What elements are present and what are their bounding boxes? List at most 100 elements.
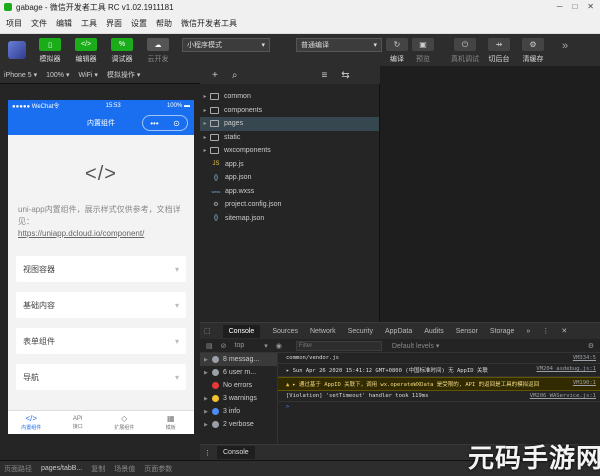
file-tree-toolbar: + ⌕ ≡ ⇆ [200,66,380,84]
log-source-link[interactable]: VM204 asdebug.js:1 [536,366,596,374]
network-select[interactable]: WiFi ▾ [78,71,97,79]
simulate-ops-select[interactable]: 模拟操作 ▾ [107,70,140,80]
console-filter-input[interactable]: Filter [295,340,382,351]
sidebar-warnings[interactable]: ▶ 3 warnings [200,392,277,405]
search-icon[interactable]: ⌕ [232,70,238,81]
console-log-row: common/vendor.js VM334:5 [278,353,600,364]
tab-security[interactable]: Security [348,328,373,335]
tab-sources[interactable]: Sources [272,328,298,335]
log-source-link[interactable]: VM190:1 [573,380,596,388]
copy-path-button[interactable]: 复制 [91,464,105,474]
tree-item-project-config[interactable]: ⚙ project.config.json [200,198,379,212]
tree-item-components[interactable]: ▸ components [200,104,379,118]
tree-item-app-wxss[interactable]: wxss app.wxss [200,185,379,199]
warning-icon [212,395,219,402]
tab-api[interactable]: API 接口 [55,411,102,434]
tree-item-app-js[interactable]: JS app.js [200,158,379,172]
menu-edit[interactable]: 编辑 [56,18,72,29]
preview-button[interactable]: ▣ 预览 [410,38,436,64]
sidebar-messages[interactable]: ▶ 8 messag... [200,353,277,366]
tree-item-common[interactable]: ▸ common [200,90,379,104]
preview-icon: ▣ [412,38,434,51]
tab-console[interactable]: Console [222,324,261,338]
settings-gear-icon[interactable]: ⚙ [588,342,594,350]
real-device-debug-button[interactable]: ⏻ 真机调试 [448,38,482,64]
close-button[interactable]: ✕ [587,2,594,11]
user-icon [212,369,219,376]
chevron-right-icon: ▸ [203,148,207,155]
tree-menu-icon[interactable]: ≡ [321,70,327,81]
menu-file[interactable]: 文件 [31,18,47,29]
code-editor[interactable] [380,66,600,322]
log-source-link[interactable]: VM206 WAService.js:1 [530,393,596,399]
capsule-close-icon[interactable]: ⊙ [173,119,180,128]
category-view-container[interactable]: 视图容器 ▾ [16,256,186,282]
drawer-tab-console[interactable]: Console [217,446,255,459]
zoom-select[interactable]: 100% ▾ [46,71,69,79]
sidebar-toggle-icon[interactable]: ▤ [206,342,213,350]
switch-background-button[interactable]: ⇸ 切后台 [484,38,514,64]
tab-storage[interactable]: Storage [490,328,515,335]
user-avatar[interactable] [8,41,26,59]
tab-appdata[interactable]: AppData [385,328,412,335]
context-select[interactable]: top [235,342,245,349]
scene-value-button[interactable]: 场景值 [114,464,135,474]
category-navigation[interactable]: 导航 ▾ [16,364,186,390]
compile-button[interactable]: ↻ 编译 [384,38,410,64]
tab-more-icon[interactable]: » [526,328,530,335]
compile-mode-select[interactable]: 普通编译 ▾ [296,38,382,52]
tree-item-wxcomponents[interactable]: ▸ wxcomponents [200,144,379,158]
tab-extended-components[interactable]: ◇ 扩展组件 [101,411,148,434]
docs-link[interactable]: https://uniapp.dcloud.io/component/ [8,228,194,240]
tab-audits[interactable]: Audits [424,328,443,335]
devtools-close-icon[interactable]: ✕ [561,327,567,335]
eye-icon[interactable]: ◉ [276,342,282,350]
tab-builtin-components[interactable]: </> 内置组件 [8,411,55,434]
menu-project[interactable]: 项目 [6,18,22,29]
category-basic-content[interactable]: 基础内容 ▾ [16,292,186,318]
tab-sensor[interactable]: Sensor [456,328,478,335]
warning-icon: ▲ [286,382,290,388]
menu-bar: 项目 文件 编辑 工具 界面 设置 帮助 微信开发者工具 [0,14,600,34]
tab-templates[interactable]: ▦ 模板 [148,411,195,434]
drawer-menu-icon[interactable]: ⋮ [204,449,211,457]
mode-select[interactable]: 小程序模式 ▾ [182,38,270,52]
menu-devtools[interactable]: 微信开发者工具 [181,18,237,29]
device-select[interactable]: iPhone 5 ▾ [4,71,37,79]
console-prompt[interactable]: > [278,402,600,412]
time-label: 15:53 [105,102,121,109]
menu-settings[interactable]: 设置 [131,18,147,29]
sidebar-user-messages[interactable]: ▶ 6 user m... [200,366,277,379]
debugger-toggle-button[interactable]: % 调试器 [104,38,140,64]
menu-view[interactable]: 界面 [106,18,122,29]
tree-item-sitemap-json[interactable]: {} sitemap.json [200,212,379,226]
sidebar-verbose[interactable]: ▶ 2 verbose [200,418,277,431]
tree-item-static[interactable]: ▸ static [200,131,379,145]
sidebar-info[interactable]: ▶ 3 info [200,405,277,418]
simulator-toggle-button[interactable]: ▯ 模拟器 [32,38,68,64]
minimize-button[interactable]: ─ [557,2,563,11]
log-source-link[interactable]: VM334:5 [573,355,596,361]
tree-item-pages[interactable]: ▸ pages [200,117,379,131]
menu-help[interactable]: 帮助 [156,18,172,29]
sidebar-errors[interactable]: No errors [200,379,277,392]
tree-item-app-json[interactable]: {} app.json [200,171,379,185]
devtools-inspect-icon[interactable]: ⬚ [204,327,211,335]
kebab-menu-icon[interactable]: ⋮ [542,327,549,335]
debug-icon: % [111,38,133,51]
editor-toggle-button[interactable]: </> 编辑器 [68,38,104,64]
toolbar-more-icon[interactable]: » [562,40,568,52]
cloud-dev-button[interactable]: ☁ 云开发 [140,38,176,64]
tree-layout-icon[interactable]: ⇆ [341,70,349,81]
clear-console-icon[interactable]: ⊘ [221,342,227,350]
levels-select[interactable]: Default levels ▾ [392,342,439,350]
menu-tools[interactable]: 工具 [81,18,97,29]
page-params-button[interactable]: 页面参数 [144,464,172,474]
chevron-down-icon: ▾ [174,300,179,310]
add-file-icon[interactable]: + [212,70,218,81]
category-form-components[interactable]: 表单组件 ▾ [16,328,186,354]
tab-network[interactable]: Network [310,328,336,335]
maximize-button[interactable]: □ [572,2,577,11]
clear-cache-button[interactable]: ⚙ 清缓存 [518,38,548,64]
more-icon[interactable]: ••• [150,119,158,128]
